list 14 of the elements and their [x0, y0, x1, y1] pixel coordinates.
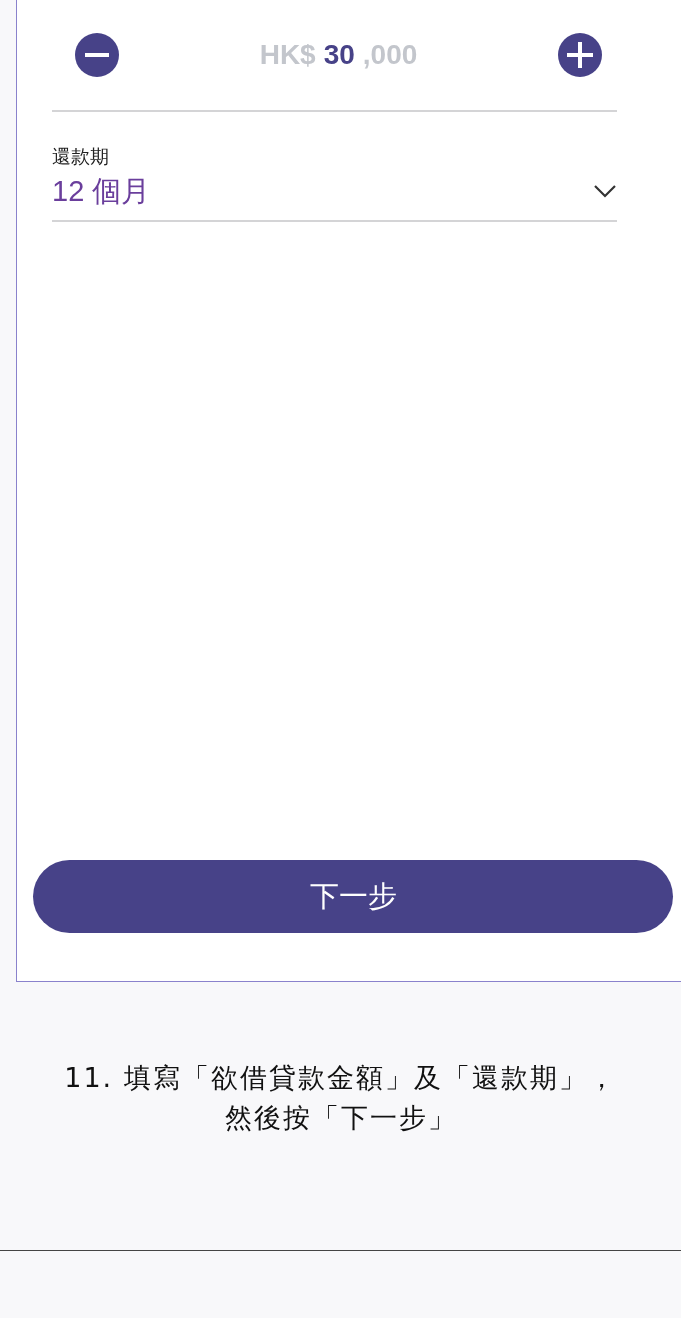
instruction-text: 11. 填寫「欲借貸款金額」及「還款期」，然後按「下一步」: [63, 1061, 618, 1135]
plus-button[interactable]: [558, 33, 602, 77]
minus-button[interactable]: [75, 33, 119, 77]
term-value: 12 個月: [52, 174, 151, 209]
chevron-down-icon: [593, 184, 617, 198]
currency-label: HK$: [259, 39, 316, 71]
next-button[interactable]: 下一步: [33, 860, 673, 933]
amount-value: 30: [323, 39, 355, 71]
amount-field[interactable]: HK$ 30 ,000: [259, 39, 418, 71]
plus-icon: [567, 42, 593, 68]
minus-icon: [85, 53, 109, 57]
amount-placeholder: ,000: [362, 39, 418, 71]
term-dropdown[interactable]: 還款期 12 個月: [52, 112, 617, 222]
term-label: 還款期: [52, 145, 110, 169]
